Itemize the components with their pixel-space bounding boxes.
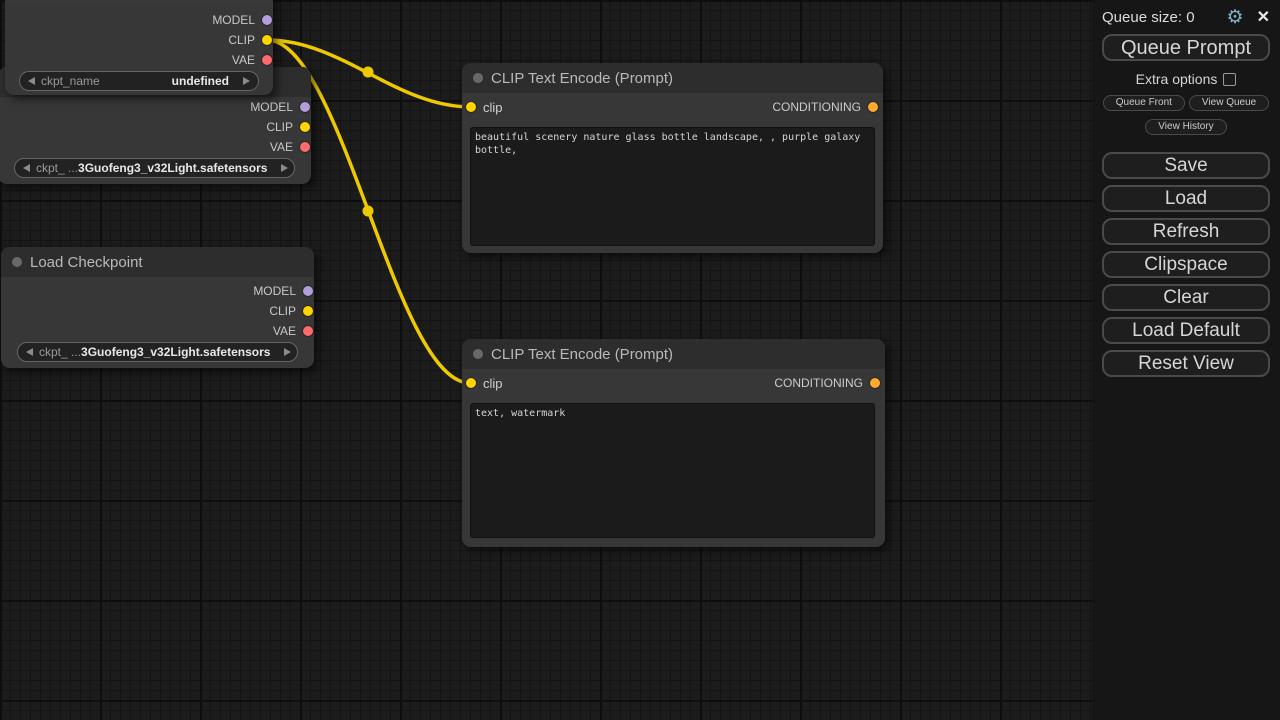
widget-name: ckpt_ ... bbox=[39, 345, 81, 359]
increment-arrow-icon[interactable] bbox=[243, 77, 250, 85]
vae-output-label: VAE bbox=[232, 53, 255, 67]
vae-output-label: VAE bbox=[270, 140, 293, 154]
queue-size-label: Queue size: 0 bbox=[1102, 9, 1227, 26]
load-default-button[interactable]: Load Default bbox=[1102, 317, 1270, 344]
vae-port-icon[interactable] bbox=[303, 326, 313, 336]
io-row: clip CONDITIONING bbox=[462, 97, 883, 117]
output-row-clip: CLIP bbox=[1, 301, 314, 321]
conditioning-output-label: CONDITIONING bbox=[774, 376, 863, 390]
save-button[interactable]: Save bbox=[1102, 152, 1270, 179]
node-title: Load Checkpoint bbox=[30, 254, 143, 271]
clip-output-label: CLIP bbox=[228, 33, 255, 47]
negative-prompt-textarea[interactable]: text, watermark bbox=[470, 403, 875, 538]
clip-input-label: clip bbox=[483, 376, 503, 391]
output-row-vae: VAE bbox=[0, 137, 311, 157]
node-clip-text-encode-positive[interactable]: CLIP Text Encode (Prompt) clip CONDITION… bbox=[462, 63, 883, 253]
model-port-icon[interactable] bbox=[300, 102, 310, 112]
widget-value: 3Guofeng3_v32Light.safetensors bbox=[81, 345, 270, 359]
collapse-dot-icon[interactable] bbox=[473, 73, 483, 83]
output-row-clip: CLIP bbox=[5, 30, 273, 50]
output-row-vae: VAE bbox=[1, 321, 314, 341]
increment-arrow-icon[interactable] bbox=[284, 348, 291, 356]
output-row-clip: CLIP bbox=[0, 117, 311, 137]
node-title-bar[interactable]: Load Checkpoint bbox=[1, 247, 314, 277]
conditioning-output-label: CONDITIONING bbox=[772, 100, 861, 114]
vae-output-label: VAE bbox=[273, 324, 296, 338]
node-clip-text-encode-negative[interactable]: CLIP Text Encode (Prompt) clip CONDITION… bbox=[462, 339, 885, 547]
io-row: clip CONDITIONING bbox=[462, 373, 885, 393]
node-title: CLIP Text Encode (Prompt) bbox=[491, 70, 673, 87]
model-output-label: MODEL bbox=[253, 284, 296, 298]
node-title-bar[interactable]: CLIP Text Encode (Prompt) bbox=[462, 63, 883, 93]
view-history-button[interactable]: View History bbox=[1145, 119, 1226, 135]
menu-actions: Save Load Refresh Clipspace Clear Load D… bbox=[1092, 152, 1280, 377]
decrement-arrow-icon[interactable] bbox=[26, 348, 33, 356]
view-queue-button[interactable]: View Queue bbox=[1189, 95, 1269, 111]
conditioning-port-icon[interactable] bbox=[868, 102, 878, 112]
clip-input-port-icon[interactable] bbox=[466, 102, 476, 112]
ckpt-name-widget[interactable]: ckpt_ ... 3Guofeng3_v32Light.safetensors bbox=[17, 342, 298, 362]
clip-output-label: CLIP bbox=[266, 120, 293, 134]
clipspace-button[interactable]: Clipspace bbox=[1102, 251, 1270, 278]
model-port-icon[interactable] bbox=[262, 15, 272, 25]
comfy-menu-panel: Queue size: 0 ⚙ ✕ Queue Prompt Extra opt… bbox=[1092, 0, 1280, 720]
widget-value: 3Guofeng3_v32Light.safetensors bbox=[78, 161, 267, 175]
decrement-arrow-icon[interactable] bbox=[23, 164, 30, 172]
clip-input-port-icon[interactable] bbox=[466, 378, 476, 388]
widget-value: undefined bbox=[172, 74, 229, 88]
clip-output-label: CLIP bbox=[269, 304, 296, 318]
positive-prompt-textarea[interactable]: beautiful scenery nature glass bottle la… bbox=[470, 127, 875, 246]
model-port-icon[interactable] bbox=[303, 286, 313, 296]
vae-port-icon[interactable] bbox=[300, 142, 310, 152]
reset-view-button[interactable]: Reset View bbox=[1102, 350, 1270, 377]
clip-port-icon[interactable] bbox=[262, 35, 272, 45]
clip-port-icon[interactable] bbox=[300, 122, 310, 132]
refresh-button[interactable]: Refresh bbox=[1102, 218, 1270, 245]
close-icon[interactable]: ✕ bbox=[1257, 10, 1270, 26]
output-row-model: MODEL bbox=[0, 97, 311, 117]
node-title-bar[interactable] bbox=[5, 0, 273, 5]
link-midpoint-dot[interactable] bbox=[363, 206, 374, 217]
clear-button[interactable]: Clear bbox=[1102, 284, 1270, 311]
extra-options-row: Extra options bbox=[1092, 71, 1280, 87]
extra-options-label: Extra options bbox=[1136, 71, 1218, 87]
node-load-checkpoint[interactable]: Load Checkpoint MODEL CLIP VAE ckpt_ ...… bbox=[1, 247, 314, 368]
ckpt-name-widget[interactable]: ckpt_ ... 3Guofeng3_v32Light.safetensors bbox=[14, 158, 295, 178]
extra-options-checkbox[interactable] bbox=[1223, 73, 1236, 86]
collapse-dot-icon[interactable] bbox=[12, 257, 22, 267]
conditioning-port-icon[interactable] bbox=[870, 378, 880, 388]
queue-front-button[interactable]: Queue Front bbox=[1103, 95, 1185, 111]
increment-arrow-icon[interactable] bbox=[281, 164, 288, 172]
output-row-model: MODEL bbox=[1, 281, 314, 301]
link-midpoint-dot[interactable] bbox=[363, 67, 374, 78]
ckpt-name-widget[interactable]: ckpt_name undefined bbox=[19, 71, 259, 91]
clip-port-icon[interactable] bbox=[303, 306, 313, 316]
node-title-bar[interactable]: CLIP Text Encode (Prompt) bbox=[462, 339, 885, 369]
widget-name: ckpt_ ... bbox=[36, 161, 78, 175]
decrement-arrow-icon[interactable] bbox=[28, 77, 35, 85]
settings-gear-icon[interactable]: ⚙ bbox=[1227, 8, 1244, 27]
menu-header: Queue size: 0 ⚙ ✕ bbox=[1092, 0, 1280, 27]
node-title: CLIP Text Encode (Prompt) bbox=[491, 346, 673, 363]
vae-port-icon[interactable] bbox=[262, 55, 272, 65]
model-output-label: MODEL bbox=[250, 100, 293, 114]
load-button[interactable]: Load bbox=[1102, 185, 1270, 212]
model-output-label: MODEL bbox=[212, 13, 255, 27]
queue-prompt-button[interactable]: Queue Prompt bbox=[1102, 34, 1270, 61]
widget-name: ckpt_name bbox=[41, 74, 100, 88]
collapse-dot-icon[interactable] bbox=[473, 349, 483, 359]
output-row-vae: VAE bbox=[5, 50, 273, 70]
output-row-model: MODEL bbox=[5, 10, 273, 30]
node-load-checkpoint-top[interactable]: MODEL CLIP VAE ckpt_name undefined bbox=[5, 0, 273, 95]
clip-input-label: clip bbox=[483, 100, 503, 115]
